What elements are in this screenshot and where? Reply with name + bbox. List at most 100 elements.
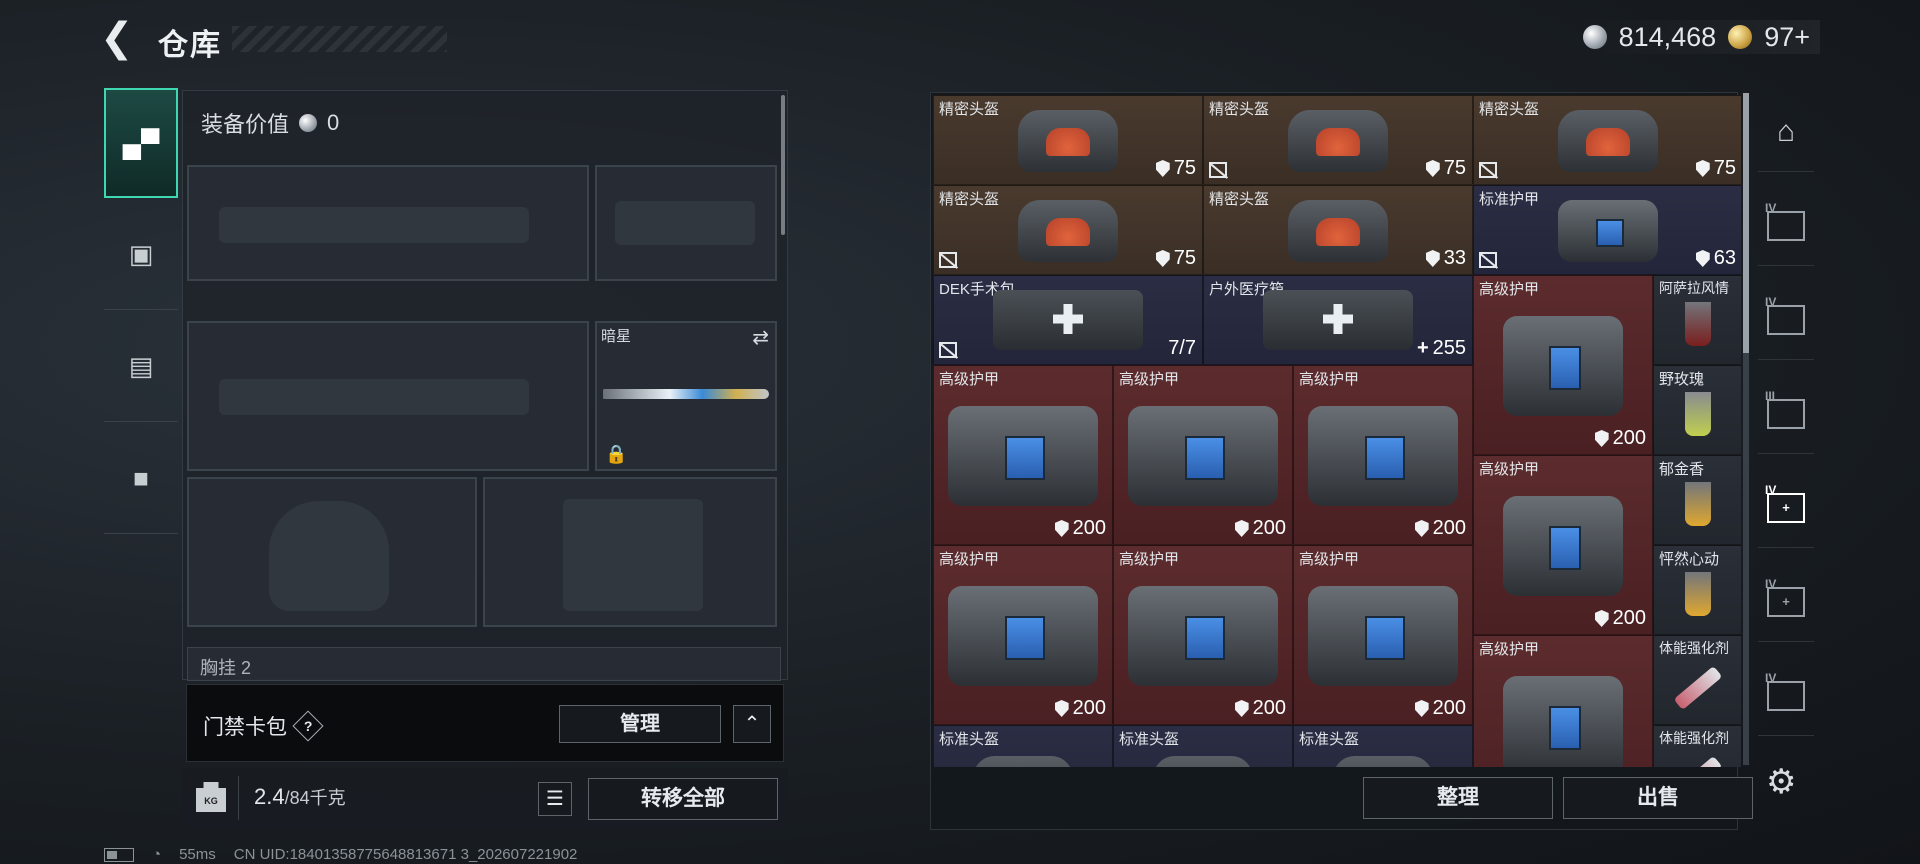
inventory-item[interactable]: 高级护甲 200 xyxy=(933,365,1113,545)
inventory-item[interactable]: 标准头盔 xyxy=(933,725,1113,767)
knife-image xyxy=(603,389,769,399)
helmet-image xyxy=(973,756,1073,767)
equipment-value-label: 装备价值 xyxy=(201,112,290,137)
inventory-scrollbar-thumb[interactable] xyxy=(1743,93,1749,353)
inventory-item[interactable]: 阿萨拉风情 xyxy=(1653,275,1741,365)
drink-image xyxy=(1685,482,1711,526)
inventory-item[interactable]: 高级护甲 200 xyxy=(1113,545,1293,725)
sell-button[interactable]: 出售 xyxy=(1563,777,1753,819)
left-category-tabs: ▄▀ ▣ ▤ ■ xyxy=(104,88,178,568)
armor-image xyxy=(1558,200,1658,262)
armor-slot[interactable] xyxy=(483,477,777,627)
armor-image xyxy=(1308,406,1458,506)
melee-slot[interactable]: 暗星 ⇄ 🔒 xyxy=(595,321,777,471)
tab-weapons[interactable]: ▄▀ xyxy=(104,88,178,198)
tab-storage-6[interactable]: IV xyxy=(1758,656,1814,736)
chevron-up-icon[interactable]: ⌃ xyxy=(733,705,771,743)
manage-button[interactable]: 管理 xyxy=(559,705,721,743)
tab-storage-4[interactable]: IV + xyxy=(1758,468,1814,548)
carry-weight: 2.4/84千克 xyxy=(254,784,346,810)
shield-icon xyxy=(1414,520,1429,537)
shield-icon xyxy=(1234,700,1249,717)
storage-add-icon: IV + xyxy=(1765,577,1805,617)
storage-add-icon: IV + xyxy=(1765,483,1805,523)
armor-image xyxy=(1128,406,1278,506)
storage-expand-icon: IV xyxy=(1765,295,1805,335)
ping: 55ms xyxy=(179,846,216,863)
armor-image xyxy=(1308,586,1458,686)
inventory-item[interactable]: 标准护甲 63 xyxy=(1473,185,1741,275)
inventory-item[interactable]: 标准头盔 xyxy=(1293,725,1473,767)
help-icon[interactable]: ? xyxy=(292,710,324,742)
inventory-item[interactable]: 高级护甲 200 xyxy=(1473,455,1653,635)
safe-box-icon: ⌂ xyxy=(1776,114,1796,148)
shield-icon xyxy=(1234,520,1249,537)
inventory-item[interactable]: 体能强化剂 xyxy=(1653,635,1741,725)
uid: CN UID:18401358775648813671 3_2026072219… xyxy=(233,846,578,863)
secondary-weapon-slot[interactable] xyxy=(187,321,589,471)
inventory-grid: 精密头盔 75 精密头盔 75 精密头盔 75 精密头盔 75 精密头盔 33 xyxy=(933,95,1741,767)
inventory-item[interactable]: 精密头盔 75 xyxy=(1473,95,1741,185)
tab-storage-1[interactable]: IV xyxy=(1758,186,1814,266)
sort-button[interactable]: 整理 xyxy=(1363,777,1553,819)
vest-silhouette-icon xyxy=(563,499,703,611)
drink-image xyxy=(1685,302,1711,346)
shield-icon xyxy=(1695,250,1710,267)
shield-icon xyxy=(1054,700,1069,717)
inventory-item[interactable]: 精密头盔 75 xyxy=(933,185,1203,275)
chest-rig-slot[interactable]: 胸挂 2 xyxy=(187,647,781,681)
tab-backpack[interactable]: ▤ xyxy=(104,312,178,422)
rifle-silhouette-icon xyxy=(219,379,529,415)
inventory-item[interactable]: 怦然心动 xyxy=(1653,545,1741,635)
divider xyxy=(238,776,239,820)
inventory-item[interactable]: 精密头盔 75 xyxy=(933,95,1203,185)
primary-weapon-slot[interactable] xyxy=(187,165,589,281)
inventory-item[interactable]: 高级护甲 200 xyxy=(933,545,1113,725)
helmet-image xyxy=(1018,200,1118,262)
inventory-item[interactable]: 高级护甲 200 xyxy=(1113,365,1293,545)
tab-storage-3[interactable]: III xyxy=(1758,374,1814,454)
no-drop-icon xyxy=(1209,162,1227,178)
storage-expand-icon: III xyxy=(1765,389,1805,429)
keycard-pack: 门禁卡包 ? xyxy=(203,710,324,742)
list-icon[interactable]: ☰ xyxy=(538,782,572,816)
shield-icon xyxy=(1425,250,1440,267)
tab-storage-2[interactable]: IV xyxy=(1758,280,1814,360)
gold-coin-icon xyxy=(1728,25,1753,49)
keycard-pack-bar: 门禁卡包 ? 管理 ⌃ xyxy=(186,684,784,762)
shield-icon xyxy=(1414,700,1429,717)
inventory-item[interactable]: 户外医疗箱 +255 xyxy=(1203,275,1473,365)
silver-amount: 814,468 xyxy=(1618,21,1717,52)
inventory-item[interactable]: 标准头盔 xyxy=(1113,725,1293,767)
transfer-all-button[interactable]: 转移全部 xyxy=(588,778,778,820)
inventory-item[interactable]: 野玫瑰 xyxy=(1653,365,1741,455)
inventory-item[interactable]: 郁金香 xyxy=(1653,455,1741,545)
tab-case[interactable]: ■ xyxy=(104,424,178,534)
tab-storage-5[interactable]: IV + xyxy=(1758,562,1814,642)
swap-icon[interactable]: ⇄ xyxy=(752,325,769,350)
storage-tabs: ⌂ IV IV III IV + IV + IV xyxy=(1758,92,1814,752)
inventory-item[interactable]: 精密头盔 33 xyxy=(1203,185,1473,275)
inventory-item[interactable]: 精密头盔 75 xyxy=(1203,95,1473,185)
pistol-icon: ▄▀ xyxy=(122,127,160,158)
inventory-item[interactable]: DEK手术包 7/7 xyxy=(933,275,1203,365)
pistol-slot[interactable] xyxy=(595,165,777,281)
inventory-item[interactable]: 高级护甲 200 xyxy=(1293,365,1473,545)
keycard-pack-label: 门禁卡包 xyxy=(203,716,287,739)
chevron-left-icon[interactable]: ❮ xyxy=(100,18,140,58)
gear-icon[interactable]: ⚙ xyxy=(1766,762,1796,802)
inventory-item[interactable]: 高级护甲 200 xyxy=(1473,635,1653,767)
armor-image xyxy=(1503,496,1623,596)
helmet-slot[interactable] xyxy=(187,477,477,627)
top-bar: ❮ 仓库 814,468 97+ xyxy=(0,0,1920,80)
armor-image xyxy=(948,406,1098,506)
inventory-item[interactable]: 体能强化剂 xyxy=(1653,725,1741,767)
inventory-item[interactable]: 高级护甲 200 xyxy=(1293,545,1473,725)
inventory-panel: 精密头盔 75 精密头盔 75 精密头盔 75 精密头盔 75 精密头盔 33 xyxy=(930,92,1753,830)
tab-armor[interactable]: ▣ xyxy=(104,200,178,310)
equipment-scrollbar[interactable] xyxy=(781,95,785,235)
inventory-item[interactable]: 高级护甲 200 xyxy=(1473,275,1653,455)
no-drop-icon xyxy=(939,252,957,268)
armor-image xyxy=(1503,676,1623,767)
tab-safe-box[interactable]: ⌂ xyxy=(1758,92,1814,172)
